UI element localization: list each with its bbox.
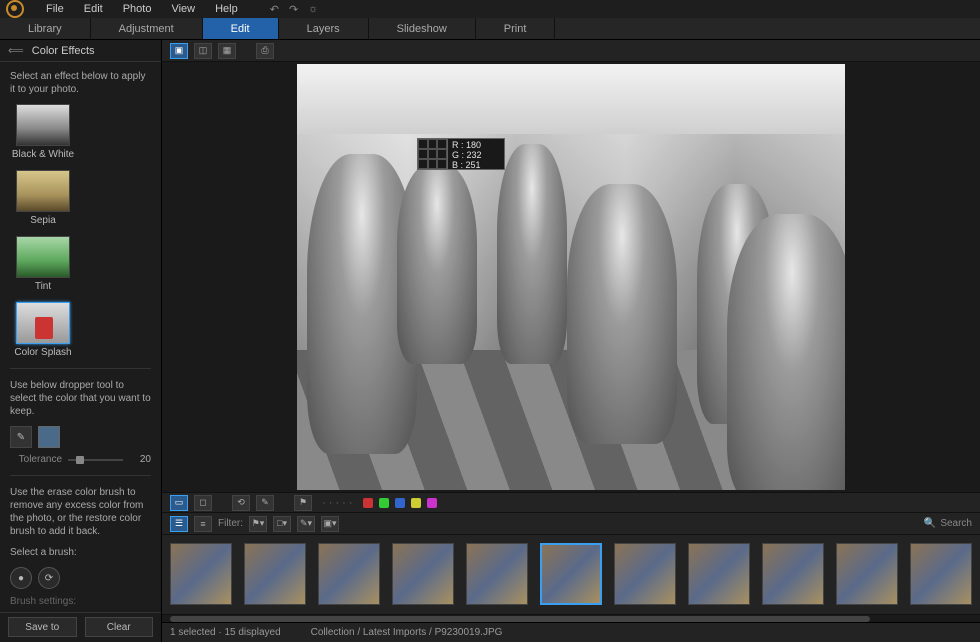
intro-text: Select an effect below to apply it to yo… — [10, 70, 151, 96]
filmstrip-thumb[interactable] — [910, 543, 972, 605]
rgb-b: B : 251 — [452, 161, 482, 171]
rotate-icon[interactable]: ⟲ — [232, 495, 250, 511]
filter-flag-icon[interactable]: ⚑▾ — [249, 516, 267, 532]
undo-icon[interactable]: ↶ — [270, 3, 279, 16]
search-label[interactable]: Search — [940, 518, 972, 529]
menu-help[interactable]: Help — [207, 1, 246, 17]
main-area: ▣ ◫ ▦ ⎙ R : 180 G : 2 — [162, 40, 980, 642]
fill-icon[interactable]: ◻ — [194, 495, 212, 511]
grid-view-icon[interactable]: ▦ — [218, 43, 236, 59]
crop-icon[interactable]: ✎ — [256, 495, 274, 511]
tab-slideshow[interactable]: Slideshow — [369, 18, 476, 39]
rgb-readout: R : 180 G : 232 B : 251 — [417, 138, 505, 170]
effect-thumb — [16, 170, 70, 212]
filmstrip-thumb[interactable] — [170, 543, 232, 605]
restore-brush[interactable]: ⟳ — [38, 567, 60, 589]
mode-tabbar: Library Adjustment Edit Layers Slideshow… — [0, 18, 980, 40]
filmstrip-thumb[interactable] — [244, 543, 306, 605]
filmstrip-scrollbar[interactable] — [162, 614, 980, 622]
effect-color-splash[interactable]: Color Splash — [10, 302, 76, 358]
compare-view-icon[interactable]: ◫ — [194, 43, 212, 59]
panel-title: Color Effects — [32, 45, 95, 57]
sampled-color-swatch[interactable] — [38, 426, 60, 448]
erase-brush[interactable]: ● — [10, 567, 32, 589]
redo-icon[interactable]: ↷ — [289, 3, 298, 16]
filmstrip-thumb[interactable] — [466, 543, 528, 605]
eyedropper-tool[interactable]: ✎ — [10, 426, 32, 448]
menu-photo[interactable]: Photo — [115, 1, 160, 17]
single-view-icon[interactable]: ▣ — [170, 43, 188, 59]
list-view-icon[interactable]: ≡ — [194, 516, 212, 532]
selection-status: 1 selected · 15 displayed — [170, 627, 281, 638]
menu-file[interactable]: File — [38, 1, 72, 17]
filter-label-icon[interactable]: □▾ — [273, 516, 291, 532]
filter-bar: ☰ ≡ Filter: ⚑▾ □▾ ✎▾ ▣▾ 🔍 Search — [162, 512, 980, 534]
app-logo — [6, 0, 24, 18]
brush-settings-label: Brush settings: — [10, 595, 151, 608]
tab-adjustment[interactable]: Adjustment — [91, 18, 203, 39]
filmstrip[interactable] — [162, 534, 980, 614]
label-green[interactable] — [379, 498, 389, 508]
menu-edit[interactable]: Edit — [76, 1, 111, 17]
tolerance-slider[interactable] — [68, 459, 123, 461]
menu-view[interactable]: View — [163, 1, 203, 17]
tab-edit[interactable]: Edit — [203, 18, 279, 39]
canvas-toolbar: ▭ ◻ ⟲ ✎ ⚑ · · · · · — [162, 492, 980, 512]
dropper-help: Use below dropper tool to select the col… — [10, 379, 151, 418]
filmstrip-thumb[interactable] — [614, 543, 676, 605]
filter-edit-icon[interactable]: ✎▾ — [297, 516, 315, 532]
preview-photo: R : 180 G : 232 B : 251 — [297, 64, 845, 490]
effect-thumb — [16, 104, 70, 146]
tolerance-label: Tolerance — [10, 454, 68, 465]
label-blue[interactable] — [395, 498, 405, 508]
panel-header: ⟸ Color Effects — [0, 40, 161, 62]
tab-library[interactable]: Library — [0, 18, 91, 39]
filter-stack-icon[interactable]: ▣▾ — [321, 516, 339, 532]
filmstrip-thumb[interactable] — [836, 543, 898, 605]
effect-tint[interactable]: Tint — [10, 236, 76, 292]
select-brush-label: Select a brush: — [10, 546, 151, 559]
view-toolbar: ▣ ◫ ▦ ⎙ — [162, 40, 980, 62]
filter-label: Filter: — [218, 518, 243, 529]
flag-icon[interactable]: ⚑ — [294, 495, 312, 511]
effect-black-white[interactable]: Black & White — [10, 104, 76, 160]
effect-sepia[interactable]: Sepia — [10, 170, 76, 226]
filmstrip-thumb[interactable] — [688, 543, 750, 605]
secondary-display-icon[interactable]: ⎙ — [256, 43, 274, 59]
clear-button[interactable]: Clear — [85, 617, 154, 637]
tab-layers[interactable]: Layers — [279, 18, 369, 39]
label-yellow[interactable] — [411, 498, 421, 508]
menubar: File Edit Photo View Help ↶ ↷ ☼ — [0, 0, 980, 18]
filmstrip-thumb[interactable] — [540, 543, 602, 605]
effects-sidebar: ⟸ Color Effects Select an effect below t… — [0, 40, 162, 642]
label-red[interactable] — [363, 498, 373, 508]
label-purple[interactable] — [427, 498, 437, 508]
tab-print[interactable]: Print — [476, 18, 556, 39]
rating-dots[interactable]: · · · · · — [322, 497, 353, 509]
filmstrip-thumb[interactable] — [762, 543, 824, 605]
effect-thumb — [16, 236, 70, 278]
erase-help: Use the erase color brush to remove any … — [10, 486, 151, 538]
breadcrumb-path: Collection / Latest Imports / P9230019.J… — [311, 627, 503, 638]
settings-icon[interactable]: ☼ — [308, 3, 318, 16]
filmstrip-view-icon[interactable]: ☰ — [170, 516, 188, 532]
search-icon[interactable]: 🔍 — [924, 518, 936, 529]
effect-thumb — [16, 302, 70, 344]
filmstrip-thumb[interactable] — [318, 543, 380, 605]
fit-icon[interactable]: ▭ — [170, 495, 188, 511]
filmstrip-thumb[interactable] — [392, 543, 454, 605]
statusbar: 1 selected · 15 displayed Collection / L… — [162, 622, 980, 642]
photo-canvas[interactable]: R : 180 G : 232 B : 251 — [162, 62, 980, 492]
tolerance-value: 20 — [123, 454, 151, 465]
back-icon[interactable]: ⟸ — [8, 44, 24, 57]
save-to-button[interactable]: Save to — [8, 617, 77, 637]
